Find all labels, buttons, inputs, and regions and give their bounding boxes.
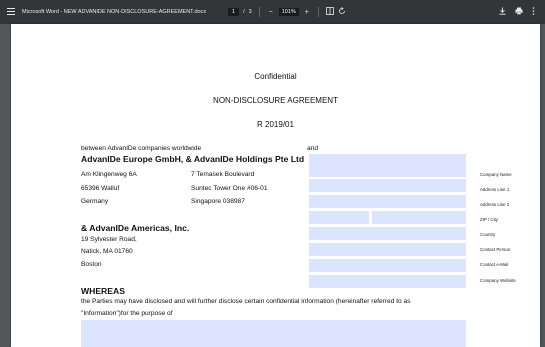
label-address1: Address Line 1: [480, 187, 510, 192]
zoom-in-button[interactable]: +: [303, 9, 311, 16]
fit-page-icon[interactable]: [325, 7, 334, 17]
page-separator: /: [243, 9, 245, 15]
americas-line: & AdvanIDe Americas, Inc.: [81, 223, 190, 233]
sg-address-line: Suntec Tower One #06-01: [191, 185, 268, 192]
address-line2-field[interactable]: [309, 195, 466, 208]
document-page: Confidential NON-DISCLOSURE AGREEMENT R …: [11, 24, 540, 347]
download-icon[interactable]: [499, 7, 506, 17]
body-text: "Information")for the purpose of: [81, 310, 173, 317]
zip-field[interactable]: [309, 211, 369, 224]
toolbar-actions: [499, 7, 535, 17]
zoom-input[interactable]: 101%: [278, 8, 299, 16]
more-vert-icon[interactable]: [532, 7, 535, 17]
eu-address-line: 65396 Walluf: [81, 185, 120, 192]
header-title: NON-DISCLOSURE AGREEMENT: [213, 96, 338, 105]
label-zip-city: ZIP / City: [480, 217, 498, 222]
label-website: Company Website: [480, 278, 516, 283]
pdf-toolbar: Microsoft Word - NEW ADVANIDE NON-DISCLO…: [0, 0, 545, 24]
contact-person-field[interactable]: [309, 243, 466, 256]
page-total: 3: [248, 9, 252, 15]
sg-address-line: Singapore 038987: [191, 198, 245, 205]
us-address-line: 19 Sylvester Road,: [81, 236, 137, 243]
purpose-field[interactable]: [81, 320, 466, 347]
eu-address-line: Am Klingenweg 6A: [81, 171, 137, 178]
rotate-icon[interactable]: [338, 7, 346, 17]
menu-icon[interactable]: [7, 8, 15, 15]
us-address-line: Boston: [81, 261, 102, 268]
contact-email-field[interactable]: [309, 259, 466, 272]
page-controls: 1 / 3 − 101% +: [228, 6, 346, 18]
country-field[interactable]: [309, 227, 466, 240]
whereas-heading: WHEREAS: [81, 286, 125, 296]
eu-address-line: Germany: [81, 198, 109, 205]
label-company-name: Company Name: [480, 172, 512, 177]
city-field[interactable]: [372, 211, 466, 224]
print-icon[interactable]: [515, 7, 523, 17]
company-name-field[interactable]: [309, 154, 466, 177]
label-contact-person: Contact Person: [480, 247, 511, 252]
zoom-out-button[interactable]: −: [267, 9, 275, 16]
company-line: AdvanIDe Europe GmbH, & AdvanIDe Holding…: [81, 154, 305, 164]
body-text: the Parties may have disclosed and will …: [81, 298, 411, 305]
label-address2: Address Line 2: [480, 202, 510, 207]
header-revision: R 2019/01: [257, 120, 294, 129]
us-address-line: Natick, MA 01760: [81, 248, 133, 255]
toolbar-divider: [317, 7, 319, 17]
sg-address-line: 7 Temasek Boulevard: [191, 171, 255, 178]
company-website-field[interactable]: [309, 275, 466, 288]
address-line1-field[interactable]: [309, 179, 466, 192]
between-text: between AdvanIDe companies worldwide: [81, 145, 202, 152]
toolbar-divider: [258, 7, 260, 17]
label-contact-email: Contact e-Mail: [480, 262, 509, 267]
header-confidential: Confidential: [254, 72, 297, 81]
label-country: Country: [480, 232, 496, 237]
document-title: Microsoft Word - NEW ADVANIDE NON-DISCLO…: [22, 9, 207, 15]
page-input[interactable]: 1: [228, 8, 240, 16]
and-text: and: [307, 145, 319, 152]
